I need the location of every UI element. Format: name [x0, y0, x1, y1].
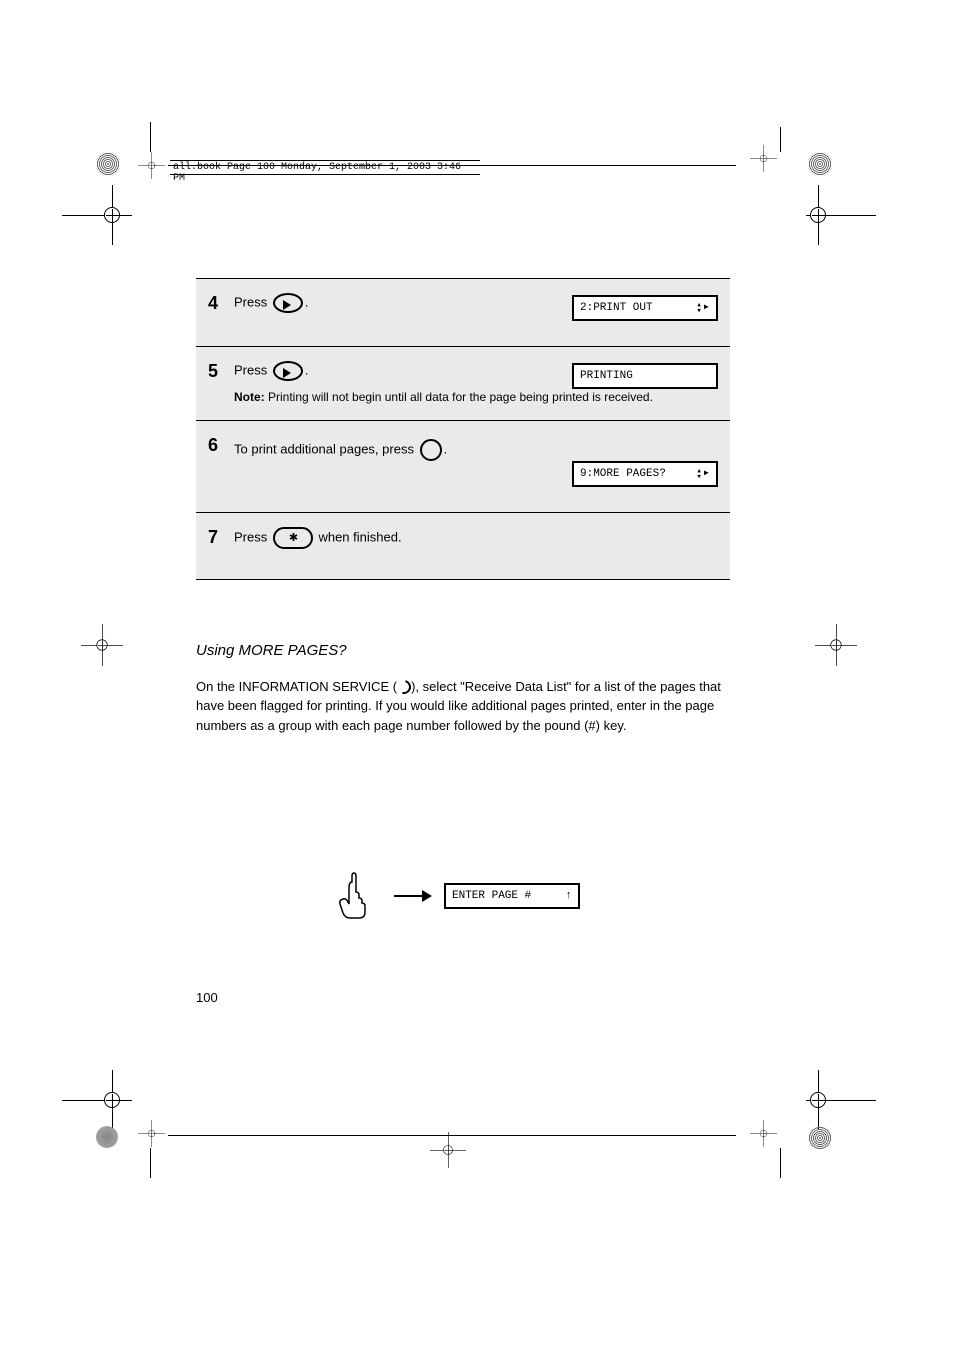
play-button-icon	[273, 293, 303, 313]
step-number: 5	[208, 361, 234, 382]
play-button-icon	[273, 361, 303, 381]
display-readout: 2:PRINT OUT ▴▾▸	[572, 295, 718, 321]
step-text: To print additional pages, press .	[234, 435, 514, 461]
keypad-illustration: ENTER PAGE # ↑	[334, 870, 580, 922]
display-readout: 9:MORE PAGES? ▴▾▸	[572, 461, 718, 487]
header-filename: all.book Page 100 Monday, September 1, 2…	[170, 160, 480, 175]
section-heading: Using MORE PAGES?	[196, 640, 730, 663]
step-4: 4 Press . 2:PRINT OUT ▴▾▸	[196, 278, 730, 346]
body-paragraph: On the INFORMATION SERVICE (), select "R…	[196, 677, 730, 736]
step-7: 7 Press when finished.	[196, 512, 730, 580]
display-readout: PRINTING	[572, 363, 718, 389]
step-text: Press when finished.	[234, 527, 718, 549]
step-5: 5 Press . Note: Printing will not begin …	[196, 346, 730, 420]
step-number: 4	[208, 293, 234, 314]
step-number: 7	[208, 527, 234, 548]
more-pages-section: Using MORE PAGES? On the INFORMATION SER…	[196, 640, 730, 735]
circle-button-icon	[420, 439, 442, 461]
display-readout: ENTER PAGE # ↑	[444, 883, 580, 909]
pointing-hand-icon	[334, 870, 374, 922]
stop-button-icon	[273, 527, 313, 549]
page-number: 100	[196, 990, 218, 1005]
step-number: 6	[208, 435, 234, 456]
step-6: 6 To print additional pages, press . 9:M…	[196, 420, 730, 512]
steps-panel: 4 Press . 2:PRINT OUT ▴▾▸ 5 Press . Note…	[196, 278, 730, 580]
arrow-right-icon	[394, 895, 424, 897]
